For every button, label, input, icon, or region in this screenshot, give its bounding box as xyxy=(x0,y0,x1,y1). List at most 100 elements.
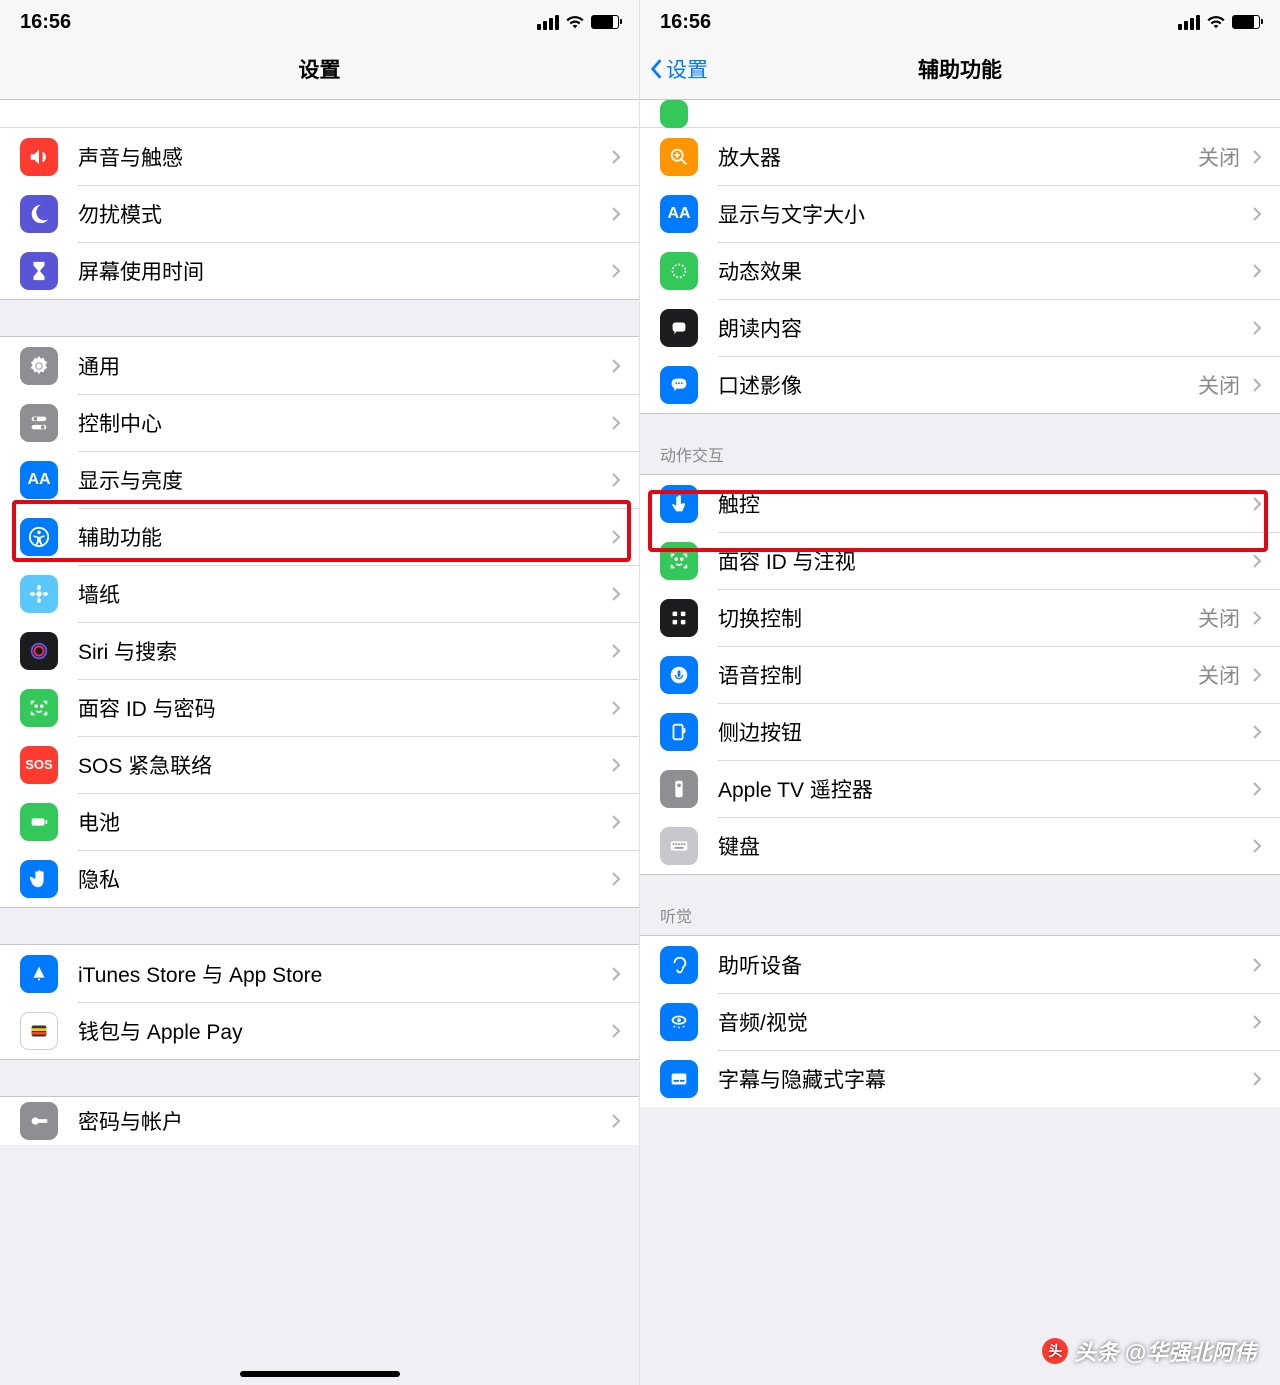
chevron-right-icon xyxy=(605,757,627,773)
cell-label: Apple TV 遥控器 xyxy=(718,774,1246,804)
faceid-icon xyxy=(660,542,698,580)
cell-faceid[interactable]: 面容 ID 与密码 xyxy=(0,679,639,736)
partial-icon xyxy=(660,100,688,128)
cell-switch-control[interactable]: 切换控制 关闭 xyxy=(640,589,1280,646)
cell-dnd[interactable]: 勿扰模式 xyxy=(0,185,639,242)
cell-value: 关闭 xyxy=(1198,370,1240,400)
chevron-right-icon xyxy=(1246,320,1268,336)
cell-text-size[interactable]: AA 显示与文字大小 xyxy=(640,185,1280,242)
cell-wallet[interactable]: 钱包与 Apple Pay xyxy=(0,1002,639,1059)
hourglass-icon xyxy=(20,252,58,290)
touch-icon xyxy=(660,485,698,523)
chevron-right-icon xyxy=(1246,724,1268,740)
chevron-right-icon xyxy=(1246,149,1268,165)
cell-hearing-devices[interactable]: 助听设备 xyxy=(640,936,1280,993)
section-header-motor: 动作交互 xyxy=(640,414,1280,474)
accessibility-screen: 16:56 设置 辅助功能 放大器 关闭 xyxy=(640,0,1280,1385)
cell-label: 语音控制 xyxy=(718,660,1198,690)
keyboard-icon xyxy=(660,827,698,865)
chevron-right-icon xyxy=(1246,1014,1268,1030)
cell-label: 辅助功能 xyxy=(78,522,605,552)
cell-label: 放大器 xyxy=(718,142,1198,172)
voice-icon xyxy=(660,656,698,694)
cell-audio-descriptions[interactable]: 口述影像 关闭 xyxy=(640,356,1280,413)
cell-value: 关闭 xyxy=(1198,142,1240,172)
wallet-icon xyxy=(20,1012,58,1050)
magnifier-icon xyxy=(660,138,698,176)
cell-battery[interactable]: 电池 xyxy=(0,793,639,850)
gear-icon xyxy=(20,347,58,385)
cell-label: 屏幕使用时间 xyxy=(78,256,605,286)
cell-spoken-content[interactable]: 朗读内容 xyxy=(640,299,1280,356)
cell-label: 面容 ID 与注视 xyxy=(718,546,1246,576)
speech-icon xyxy=(660,309,698,347)
status-time: 16:56 xyxy=(20,11,71,34)
cell-privacy[interactable]: 隐私 xyxy=(0,850,639,907)
cell-label: 动态效果 xyxy=(718,256,1246,286)
cell-appstore[interactable]: iTunes Store 与 App Store xyxy=(0,945,639,1002)
chevron-right-icon xyxy=(605,1113,627,1129)
home-indicator xyxy=(240,1371,400,1377)
chevron-right-icon xyxy=(605,700,627,716)
cell-sos[interactable]: SOS SOS 紧急联络 xyxy=(0,736,639,793)
settings-group-3: iTunes Store 与 App Store 钱包与 Apple Pay xyxy=(0,944,639,1060)
chevron-right-icon xyxy=(605,149,627,165)
cell-accessibility[interactable]: 辅助功能 xyxy=(0,508,639,565)
wifi-icon xyxy=(1206,15,1226,29)
battery-icon xyxy=(20,803,58,841)
chevron-right-icon xyxy=(605,1023,627,1039)
page-title: 设置 xyxy=(299,54,341,84)
cell-sound[interactable]: 声音与触感 xyxy=(0,128,639,185)
cell-label: 勿扰模式 xyxy=(78,199,605,229)
caption-icon xyxy=(660,1060,698,1098)
watermark-text: 头条 @华强北阿伟 xyxy=(1074,1335,1256,1367)
cell-magnifier[interactable]: 放大器 关闭 xyxy=(640,128,1280,185)
cell-siri[interactable]: Siri 与搜索 xyxy=(0,622,639,679)
ear-icon xyxy=(660,946,698,984)
chevron-right-icon xyxy=(1246,496,1268,512)
cell-subtitles[interactable]: 字幕与隐藏式字幕 xyxy=(640,1050,1280,1107)
cell-wallpaper[interactable]: 墙纸 xyxy=(0,565,639,622)
cell-label: 控制中心 xyxy=(78,408,605,438)
cell-label: 音频/视觉 xyxy=(718,1007,1246,1037)
cell-appletv-remote[interactable]: Apple TV 遥控器 xyxy=(640,760,1280,817)
cell-control-center[interactable]: 控制中心 xyxy=(0,394,639,451)
sos-icon: SOS xyxy=(20,746,58,784)
chevron-right-icon xyxy=(605,643,627,659)
cell-label: Siri 与搜索 xyxy=(78,636,605,666)
cell-label: 朗读内容 xyxy=(718,313,1246,343)
aa-icon: AA xyxy=(660,195,698,233)
cell-motion[interactable]: 动态效果 xyxy=(640,242,1280,299)
settings-screen: 16:56 设置 声音与触感 勿扰模式 xyxy=(0,0,640,1385)
chevron-right-icon xyxy=(1246,377,1268,393)
chevron-right-icon xyxy=(605,814,627,830)
cell-label: 面容 ID 与密码 xyxy=(78,693,605,723)
cellular-signal-icon xyxy=(1178,15,1200,30)
section-header-hearing: 听觉 xyxy=(640,875,1280,935)
cell-label: 电池 xyxy=(78,807,605,837)
cell-voice-control[interactable]: 语音控制 关闭 xyxy=(640,646,1280,703)
motor-group: 触控 面容 ID 与注视 切换控制 关闭 语音控制 关闭 xyxy=(640,474,1280,875)
cell-screentime[interactable]: 屏幕使用时间 xyxy=(0,242,639,299)
cell-label: 口述影像 xyxy=(718,370,1198,400)
cell-display[interactable]: AA 显示与亮度 xyxy=(0,451,639,508)
cellular-signal-icon xyxy=(537,15,559,30)
cell-label: 密码与帐户 xyxy=(78,1106,605,1136)
back-button[interactable]: 设置 xyxy=(648,54,708,84)
cell-keyboard[interactable]: 键盘 xyxy=(640,817,1280,874)
siri-icon xyxy=(20,632,58,670)
chevron-right-icon xyxy=(1246,206,1268,222)
cell-passwords[interactable]: 密码与帐户 xyxy=(0,1097,639,1145)
key-icon xyxy=(20,1102,58,1140)
cell-audio-visual[interactable]: 音频/视觉 xyxy=(640,993,1280,1050)
cell-general[interactable]: 通用 xyxy=(0,337,639,394)
chevron-right-icon xyxy=(605,529,627,545)
cell-label: 侧边按钮 xyxy=(718,717,1246,747)
chevron-right-icon xyxy=(605,966,627,982)
chevron-right-icon xyxy=(1246,838,1268,854)
cell-label: SOS 紧急联络 xyxy=(78,750,605,780)
cell-touch[interactable]: 触控 xyxy=(640,475,1280,532)
partial-row-top xyxy=(640,100,1280,128)
cell-side-button[interactable]: 侧边按钮 xyxy=(640,703,1280,760)
cell-faceid-attention[interactable]: 面容 ID 与注视 xyxy=(640,532,1280,589)
